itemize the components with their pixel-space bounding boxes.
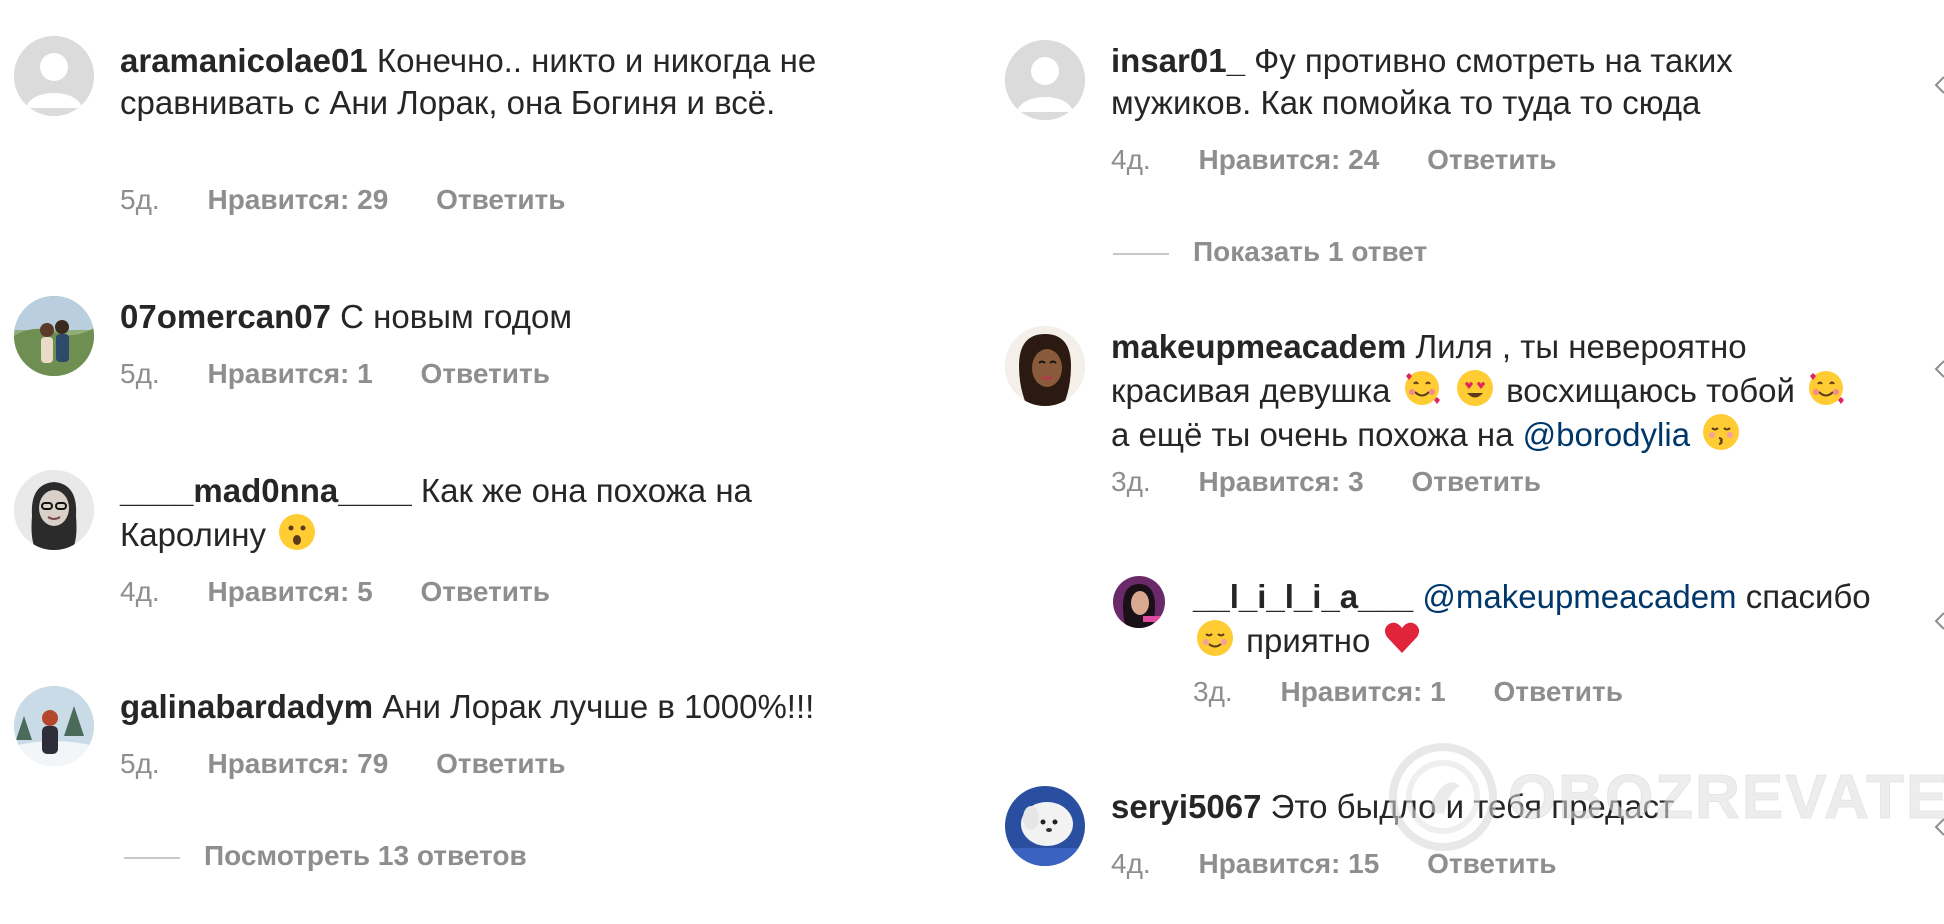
- avatar[interactable]: [1005, 786, 1085, 866]
- smiling-blush-emoji-icon: [1197, 620, 1233, 656]
- comment-meta: 5д. Нравится: 29 Ответить: [120, 184, 605, 216]
- heart-eyes-emoji-icon: [1456, 370, 1493, 406]
- like-heart-icon[interactable]: [1934, 612, 1944, 630]
- reply-text-part1: спасибо: [1745, 578, 1871, 615]
- replies-divider-line: [124, 856, 180, 859]
- hushed-face-emoji-icon: [279, 514, 316, 550]
- avatar[interactable]: [1113, 576, 1165, 628]
- avatar-placeholder[interactable]: [14, 36, 94, 116]
- comment-likes[interactable]: Нравится: 1: [207, 358, 372, 390]
- comment-time[interactable]: 4д.: [120, 576, 160, 608]
- comment-body: 07omercan07 С новым годом: [120, 296, 900, 338]
- red-heart-emoji-icon: [1384, 622, 1419, 653]
- like-heart-icon[interactable]: [1934, 818, 1944, 836]
- comments-column-right: insar01_ Фу противно смотреть на таких м…: [985, 0, 1944, 924]
- comment-likes[interactable]: Нравится: 3: [1198, 466, 1363, 498]
- comment-meta: 5д. Нравится: 79 Ответить: [120, 748, 605, 780]
- comment-body: aramanicolae01 Конечно.. никто и никогда…: [120, 40, 900, 124]
- reply-button[interactable]: Ответить: [1427, 144, 1556, 176]
- reply-time[interactable]: 3д.: [1193, 676, 1233, 708]
- comment-body: galinabardadym Ани Лорак лучше в 1000%!!…: [120, 686, 900, 728]
- comment-username[interactable]: insar01_: [1111, 42, 1245, 79]
- reply-button[interactable]: Ответить: [421, 576, 550, 608]
- reply-button[interactable]: Ответить: [1494, 676, 1623, 708]
- comment-username[interactable]: seryi5067: [1111, 788, 1261, 825]
- comment-likes[interactable]: Нравится: 15: [1198, 848, 1379, 880]
- comment-time[interactable]: 3д.: [1111, 466, 1151, 498]
- reply-meta: 3д. Нравится: 1 Ответить: [1193, 676, 1663, 708]
- comment-text-part2: восхищаюсь тобой: [1506, 372, 1795, 409]
- show-replies-button[interactable]: Показать 1 ответ: [1113, 236, 1427, 268]
- couple-photo-avatar-icon: [14, 296, 94, 376]
- reply-likes[interactable]: Нравится: 1: [1280, 676, 1445, 708]
- avatar[interactable]: [14, 296, 94, 376]
- comment-username[interactable]: 07omercan07: [120, 298, 331, 335]
- comment-time[interactable]: 4д.: [1111, 144, 1151, 176]
- reply-button[interactable]: Ответить: [436, 748, 565, 780]
- default-avatar-icon: [1005, 40, 1085, 120]
- comment-username[interactable]: makeupmeacadem: [1111, 328, 1406, 365]
- like-heart-icon[interactable]: [1934, 76, 1944, 94]
- comment-meta: 4д. Нравится: 15 Ответить: [1111, 848, 1596, 880]
- reply-button[interactable]: Ответить: [1427, 848, 1556, 880]
- comment-meta: 5д. Нравится: 1 Ответить: [120, 358, 590, 390]
- comment-username[interactable]: galinabardadym: [120, 688, 373, 725]
- comments-column-left: aramanicolae01 Конечно.. никто и никогда…: [0, 0, 970, 924]
- comment-text-part3: а ещё ты очень похожа на: [1111, 416, 1514, 453]
- puppy-photo-avatar-icon: [1005, 786, 1085, 866]
- default-avatar-icon: [14, 36, 94, 116]
- comment-body: seryi5067 Это быдло и тебя предаст: [1111, 786, 1851, 828]
- comment-meta: 3д. Нравится: 3 Ответить: [1111, 466, 1581, 498]
- like-heart-icon[interactable]: [1934, 360, 1944, 378]
- comment-body: makeupmeacadem Лиля , ты невероятно крас…: [1111, 326, 1871, 456]
- kissing-closed-eyes-emoji-icon: [1703, 414, 1740, 450]
- avatar-placeholder[interactable]: [1005, 40, 1085, 120]
- woman-bw-photo-avatar-icon: [14, 470, 94, 550]
- winter-photo-avatar-icon: [14, 686, 94, 766]
- woman-purple-photo-avatar-icon: [1113, 576, 1165, 628]
- view-replies-button[interactable]: Посмотреть 13 ответов: [124, 840, 527, 872]
- reply-button[interactable]: Ответить: [436, 184, 565, 216]
- comment-text: Ани Лорак лучше в 1000%!!!: [382, 688, 815, 725]
- comment-time[interactable]: 5д.: [120, 748, 160, 780]
- comment-username[interactable]: aramanicolae01: [120, 42, 368, 79]
- comment-meta: 4д. Нравится: 24 Ответить: [1111, 144, 1596, 176]
- comment-time[interactable]: 5д.: [120, 358, 160, 390]
- comment-meta: 4д. Нравится: 5 Ответить: [120, 576, 590, 608]
- comment-text: С новым годом: [340, 298, 573, 335]
- reply-body: __l_i_l_i_a___ @makeupmeacadem спасибо п…: [1193, 576, 1893, 662]
- comment-likes[interactable]: Нравится: 24: [1198, 144, 1379, 176]
- mention-link[interactable]: @borodylia: [1523, 416, 1690, 453]
- comment-username[interactable]: ____mad0nna____: [120, 472, 412, 509]
- comment-body: insar01_ Фу противно смотреть на таких м…: [1111, 40, 1851, 124]
- comment-likes[interactable]: Нравится: 5: [207, 576, 372, 608]
- mention-link[interactable]: @makeupmeacadem: [1422, 578, 1736, 615]
- comment-time[interactable]: 4д.: [1111, 848, 1151, 880]
- view-replies-label: Посмотреть 13 ответов: [204, 840, 527, 871]
- comment-time[interactable]: 5д.: [120, 184, 160, 216]
- smiling-face-with-hearts-emoji-icon: [1809, 371, 1845, 405]
- comment-likes[interactable]: Нравится: 79: [207, 748, 388, 780]
- makeup-model-avatar-icon: [1005, 326, 1085, 406]
- comment-likes[interactable]: Нравится: 29: [207, 184, 388, 216]
- reply-button[interactable]: Ответить: [421, 358, 550, 390]
- comment-body: ____mad0nna____ Как же она похожа на Кар…: [120, 470, 900, 556]
- avatar[interactable]: [14, 470, 94, 550]
- show-replies-label: Показать 1 ответ: [1193, 236, 1428, 267]
- avatar[interactable]: [14, 686, 94, 766]
- reply-username[interactable]: __l_i_l_i_a___: [1193, 578, 1413, 615]
- replies-divider-line: [1113, 252, 1169, 255]
- reply-button[interactable]: Ответить: [1412, 466, 1541, 498]
- reply-text-part2: приятно: [1246, 622, 1371, 659]
- avatar[interactable]: [1005, 326, 1085, 406]
- smiling-face-with-hearts-emoji-icon: [1404, 371, 1440, 405]
- comment-text: Это быдло и тебя предаст: [1270, 788, 1675, 825]
